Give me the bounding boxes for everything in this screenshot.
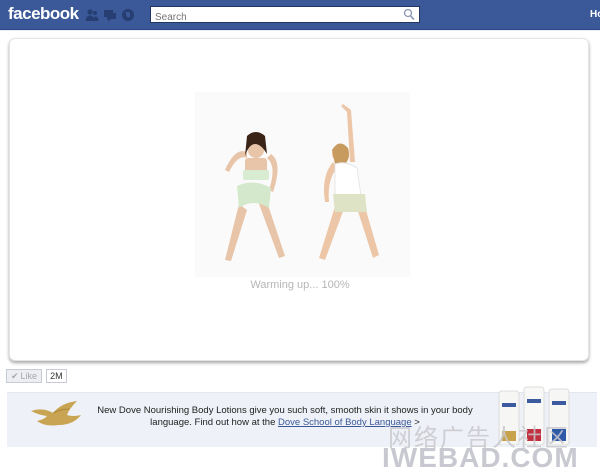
messages-icon[interactable]	[103, 8, 117, 22]
search-input[interactable]	[151, 10, 401, 25]
search-box	[150, 6, 420, 25]
notifications-globe-icon[interactable]	[121, 8, 135, 22]
search-icon[interactable]	[403, 8, 415, 21]
like-row: ✔ Like 2M	[6, 369, 67, 383]
top-bar: facebook Home	[0, 0, 600, 30]
like-count: 2M	[46, 369, 67, 383]
like-check-icon: ✔	[11, 370, 19, 381]
like-button-label: Like	[20, 371, 38, 381]
watermark-en: IWEBAD.COM	[382, 442, 579, 473]
friend-requests-icon[interactable]	[85, 8, 99, 22]
loading-status: Warming up... 100%	[250, 279, 350, 291]
facebook-logo[interactable]: facebook	[8, 4, 79, 24]
home-link[interactable]: Home	[590, 9, 600, 20]
like-button[interactable]: ✔ Like	[6, 369, 43, 383]
stretching-models-image	[195, 92, 410, 277]
app-stage[interactable]: Warming up... 100%	[9, 38, 589, 361]
notification-jewels	[85, 8, 135, 22]
watermark: 网络广告人社区 IWEBAD.COM	[382, 418, 600, 473]
dove-logo-icon	[31, 401, 81, 426]
